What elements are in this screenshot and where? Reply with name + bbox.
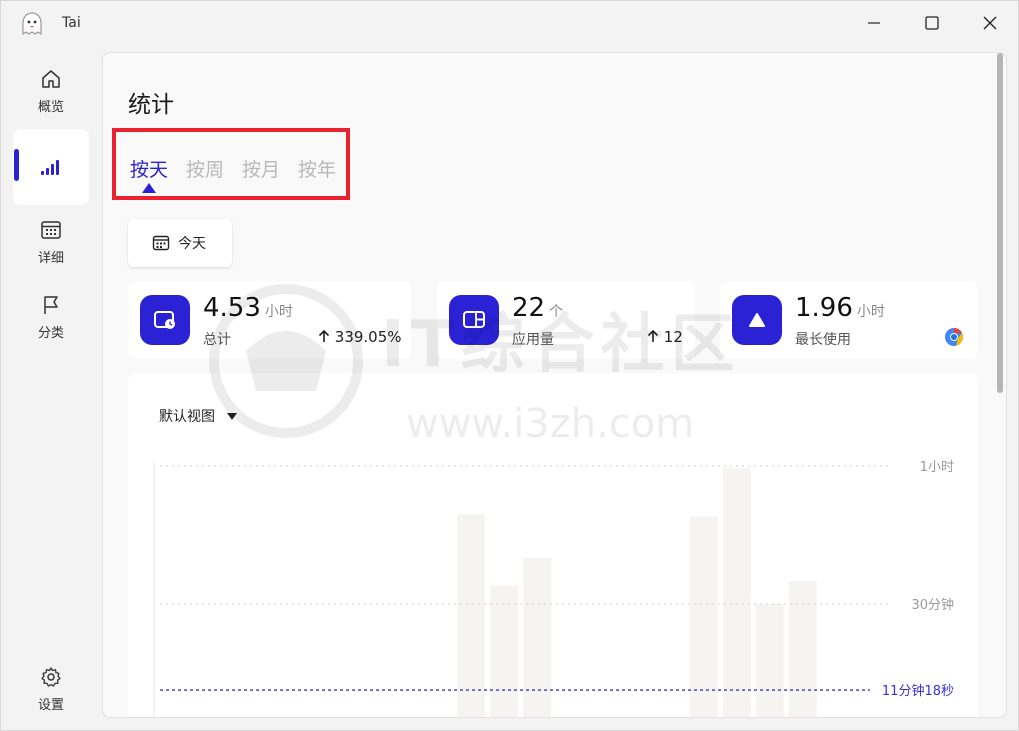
calendar-icon <box>152 235 170 251</box>
sidebar: 概览 详细 分类 设置 <box>1 53 101 731</box>
sidebar-item-label: 分类 <box>37 325 64 341</box>
title-bar: Tai <box>1 1 1018 45</box>
sidebar-item-overview[interactable]: 概览 <box>13 53 89 129</box>
total-time-trend: 339.05% <box>318 328 402 346</box>
scrollbar-thumb[interactable] <box>997 53 1003 393</box>
close-icon <box>983 16 997 30</box>
arrow-up-icon <box>647 329 659 342</box>
triangle-icon <box>732 295 782 345</box>
sidebar-item-label: 概览 <box>37 99 64 115</box>
sidebar-item-label: 设置 <box>37 697 64 713</box>
date-picker-button[interactable]: 今天 <box>128 219 232 267</box>
gear-icon <box>41 666 61 687</box>
home-icon <box>42 69 60 88</box>
minimize-button[interactable] <box>851 7 897 39</box>
minimize-icon <box>868 22 880 24</box>
arrow-up-icon <box>318 329 330 342</box>
usage-bar-chart: 1小时 30分钟 11分钟18秒 <box>153 460 954 717</box>
tab-by-day[interactable]: 按天 <box>130 155 168 182</box>
tab-by-week[interactable]: 按周 <box>186 155 224 182</box>
maximize-button[interactable] <box>909 7 955 39</box>
close-button[interactable] <box>967 7 1013 39</box>
sidebar-item-detail[interactable]: 详细 <box>13 204 89 280</box>
tab-by-month[interactable]: 按月 <box>242 155 280 182</box>
sidebar-item-settings[interactable]: 设置 <box>13 651 89 727</box>
chart-bar <box>457 514 485 717</box>
stat-card-total: 4.53 小时 总计 339.05% <box>128 281 411 359</box>
sidebar-item-statistics[interactable] <box>13 129 89 205</box>
app-window-icon <box>449 295 499 345</box>
app-count-value: 22 个 <box>512 293 564 323</box>
vertical-scrollbar[interactable] <box>996 53 1004 717</box>
chart-bar <box>722 468 751 717</box>
calendar-grid-icon <box>41 220 61 239</box>
sidebar-item-category[interactable]: 分类 <box>13 279 89 355</box>
maximize-icon <box>925 16 939 30</box>
window-title: Tai <box>62 15 81 31</box>
app-count-trend: 12 <box>647 328 683 346</box>
chart-panel: 默认视图 1小时 30分钟 11分钟18秒 <box>128 373 978 717</box>
longest-use-label: 最长使用 <box>795 332 851 348</box>
total-time-value: 4.53 小时 <box>203 293 293 323</box>
chart-bar <box>490 585 519 717</box>
sidebar-item-label: 详细 <box>37 250 64 266</box>
chrome-app-icon <box>945 328 963 346</box>
signal-bars-icon <box>41 160 59 175</box>
app-count-label: 应用量 <box>512 332 554 348</box>
y-tick-label: 1小时 <box>920 460 954 475</box>
chart-bar <box>689 516 718 717</box>
page-title: 统计 <box>128 92 174 118</box>
stat-card-longest: 1.96 小时 最长使用 <box>720 281 978 359</box>
statistics-panel: 统计 按天 按周 按月 按年 今天 4.53 小时 总计 339.05% 22 … <box>102 52 1007 718</box>
stat-card-app-count: 22 个 应用量 12 <box>437 281 695 359</box>
y-tick-label: 30分钟 <box>911 597 954 613</box>
active-nav-indicator <box>14 149 19 181</box>
date-picker-label: 今天 <box>178 236 206 252</box>
ghost-logo-icon <box>22 12 42 36</box>
chart-bar <box>788 581 817 717</box>
active-tab-indicator <box>142 183 156 193</box>
tab-by-year[interactable]: 按年 <box>298 155 336 182</box>
app-window: Tai 概览 详细 分类 设置 统计 按天 按周 按月 按年 今天 4.53 小… <box>0 0 1019 731</box>
longest-use-value: 1.96 小时 <box>795 293 885 323</box>
chart-bar <box>523 558 552 717</box>
chart-bar <box>755 604 784 717</box>
flag-icon <box>44 295 58 314</box>
total-time-label: 总计 <box>203 332 231 348</box>
clock-window-icon <box>140 295 190 345</box>
average-line-label: 11分钟18秒 <box>882 683 954 699</box>
